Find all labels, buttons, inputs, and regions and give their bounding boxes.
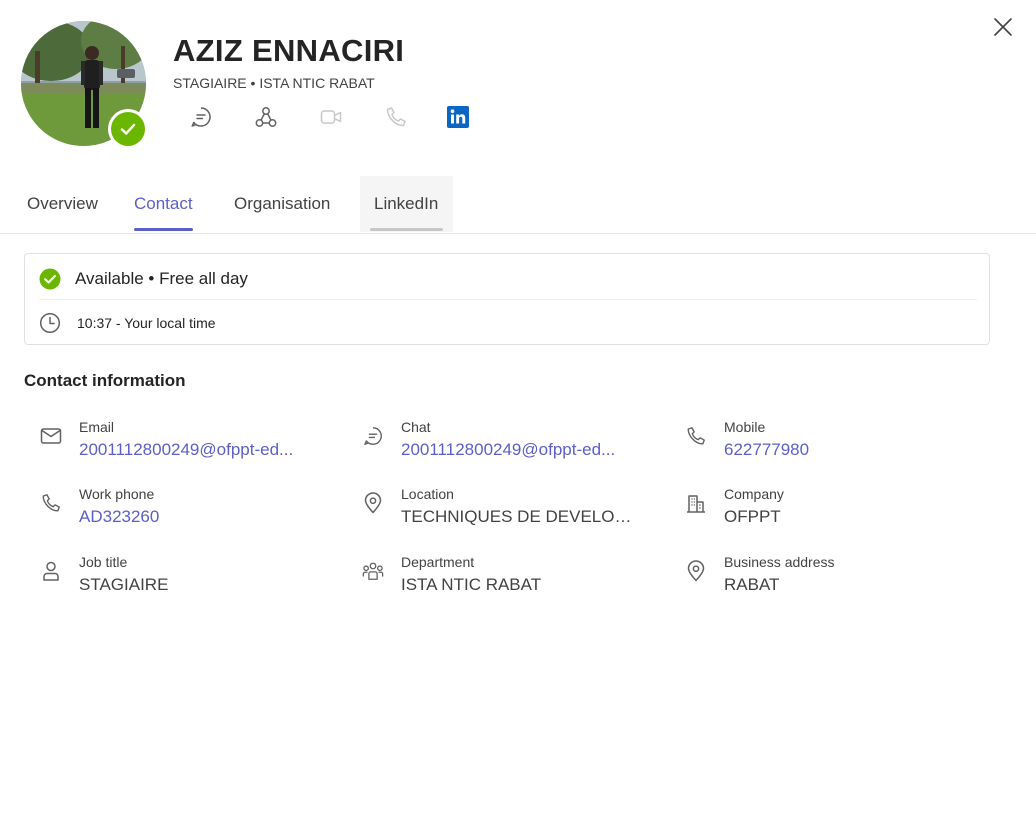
business-address-field: Business address RABAT xyxy=(669,554,969,604)
field-label: Location xyxy=(401,486,454,502)
company-field: Company OFPPT xyxy=(669,486,969,536)
org-chart-icon xyxy=(255,107,277,127)
mail-icon xyxy=(40,428,62,444)
clock-icon xyxy=(39,312,61,334)
tab-organisation[interactable]: Organisation xyxy=(234,176,330,232)
tab-contact[interactable]: Contact xyxy=(134,176,193,232)
close-icon xyxy=(994,18,1012,36)
contact-info-title: Contact information xyxy=(24,371,186,390)
phone-icon xyxy=(42,494,60,512)
hover-tab-indicator xyxy=(370,228,443,231)
linkedin-icon xyxy=(447,106,469,128)
building-icon xyxy=(687,495,705,513)
location-icon xyxy=(364,492,382,514)
location-field: Location TECHNIQUES DE DEVELOPP... xyxy=(346,486,646,536)
tab-label: Overview xyxy=(27,194,98,213)
phone-call-action-button[interactable] xyxy=(382,103,410,131)
field-label: Mobile xyxy=(724,419,766,435)
video-call-action-button[interactable] xyxy=(317,103,345,131)
field-label: Business address xyxy=(724,554,835,570)
person-subtitle: STAGIAIRE • ISTA NTIC RABAT xyxy=(173,75,375,91)
divider xyxy=(39,299,977,300)
tab-label: Organisation xyxy=(234,194,331,213)
work-phone-link[interactable]: AD323260 xyxy=(79,507,159,527)
active-tab-indicator xyxy=(134,228,193,231)
tab-linkedin[interactable]: LinkedIn xyxy=(360,176,453,232)
location-value: TECHNIQUES DE DEVELOPP... xyxy=(401,507,641,526)
presence-badge xyxy=(108,109,148,149)
field-label: Chat xyxy=(401,419,431,435)
tab-overview[interactable]: Overview xyxy=(27,176,98,232)
field-label: Work phone xyxy=(79,486,155,502)
tab-label: Contact xyxy=(134,194,193,213)
phone-call-icon xyxy=(386,107,406,127)
tab-bar: Overview Contact Organisation LinkedIn xyxy=(0,176,1036,234)
chat-field: Chat 2001112800249@ofppt-ed... xyxy=(346,419,646,469)
job-title-value: STAGIAIRE xyxy=(79,575,169,594)
chat-action-button[interactable] xyxy=(187,103,215,131)
location-icon xyxy=(687,560,705,582)
chat-icon xyxy=(364,427,382,445)
business-address-value: RABAT xyxy=(724,575,780,594)
availability-card: Available • Free all day 10:37 - Your lo… xyxy=(24,253,990,345)
org-chart-action-button[interactable] xyxy=(252,103,280,131)
phone-icon xyxy=(687,427,705,445)
department-field: Department ISTA NTIC RABAT xyxy=(346,554,646,604)
availability-status: Available • Free all day xyxy=(39,266,248,292)
close-button[interactable] xyxy=(990,14,1016,40)
availability-text: Available • Free all day xyxy=(75,269,248,288)
person-name: AZIZ ENNACIRI xyxy=(173,33,405,68)
people-icon xyxy=(362,562,384,580)
company-value: OFPPT xyxy=(724,507,781,526)
person-icon xyxy=(43,561,59,581)
field-label: Department xyxy=(401,554,475,570)
video-call-icon xyxy=(320,110,342,124)
work-phone-field: Work phone AD323260 xyxy=(24,486,324,536)
available-icon xyxy=(39,268,61,290)
mobile-field: Mobile 622777980 xyxy=(669,419,969,469)
mobile-link[interactable]: 622777980 xyxy=(724,440,809,460)
profile-card: AZIZ ENNACIRI STAGIAIRE • ISTA NTIC RABA… xyxy=(0,0,1036,838)
linkedin-action-button[interactable] xyxy=(444,103,472,131)
checkmark-icon xyxy=(120,123,136,135)
tab-label: LinkedIn xyxy=(374,194,439,213)
chat-icon xyxy=(191,107,211,127)
email-field: Email 2001112800249@ofppt-ed... xyxy=(24,419,324,469)
field-label: Job title xyxy=(79,554,128,570)
local-time-text: 10:37 - Your local time xyxy=(77,315,216,331)
field-label: Company xyxy=(724,486,784,502)
field-label: Email xyxy=(79,419,115,435)
chat-link[interactable]: 2001112800249@ofppt-ed... xyxy=(401,440,615,460)
department-value: ISTA NTIC RABAT xyxy=(401,575,542,594)
local-time-row: 10:37 - Your local time xyxy=(39,311,216,335)
job-title-field: Job title STAGIAIRE xyxy=(24,554,324,604)
email-link[interactable]: 2001112800249@ofppt-ed... xyxy=(79,440,293,460)
